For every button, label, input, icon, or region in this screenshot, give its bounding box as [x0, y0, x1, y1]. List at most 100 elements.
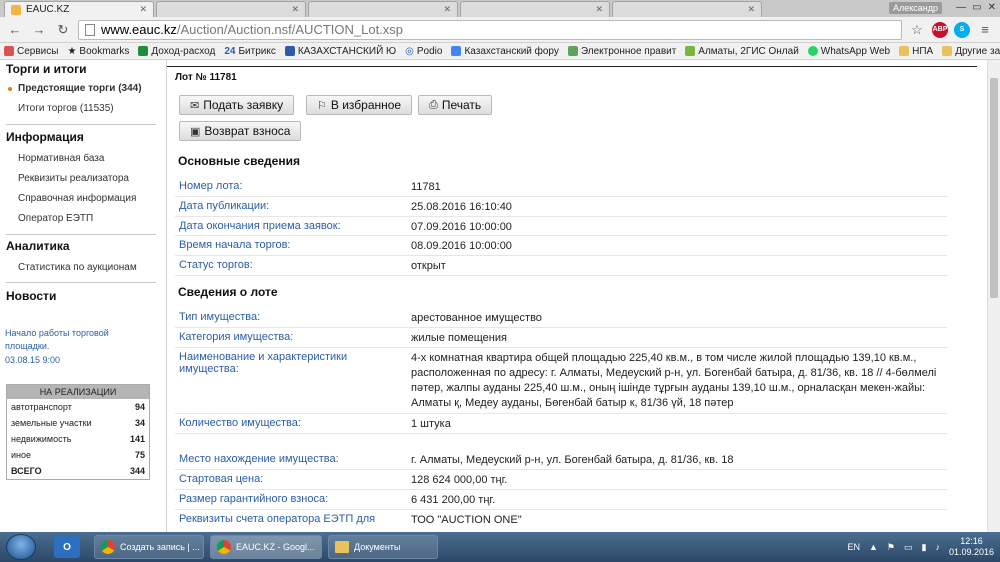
- sale-row-realty[interactable]: недвижимость 141: [7, 431, 149, 447]
- language-indicator[interactable]: EN: [847, 542, 860, 552]
- profile-name[interactable]: Александр: [888, 2, 942, 14]
- clock[interactable]: 12:16 01.09.2016: [949, 536, 994, 558]
- address-bar[interactable]: www.eauc.kz /Auction/Auction.nsf/AUCTION…: [78, 19, 902, 40]
- volume-icon[interactable]: ♪: [935, 542, 940, 552]
- menu-icon[interactable]: ≡: [976, 21, 994, 39]
- tab-2[interactable]: ✕: [156, 1, 306, 17]
- reload-icon[interactable]: ↻: [54, 21, 72, 39]
- windows-start-icon[interactable]: [6, 534, 36, 560]
- print-button[interactable]: ⎙ Печать: [418, 95, 493, 115]
- page-content: Торги и итоги Предстоящие торги (344) Ит…: [0, 60, 987, 532]
- field-row: Наименование и характеристики имущества:…: [175, 348, 947, 414]
- bookmark-podio[interactable]: ◎ Podio: [405, 46, 442, 57]
- field-row: Тип имущества: арестованное имущество: [175, 308, 947, 328]
- task-chrome-eauc[interactable]: EAUC.KZ - Googl...: [210, 535, 322, 559]
- divider: [6, 234, 156, 235]
- field-row: Стартовая цена: 128 624 000,00 тңг.: [175, 470, 947, 490]
- close-window-icon[interactable]: ✕: [988, 2, 996, 14]
- basic-info-heading: Основные сведения: [178, 154, 300, 168]
- trading-heading: Торги и итоги: [6, 62, 87, 76]
- bitrix-icon: 24: [224, 45, 236, 57]
- star-icon[interactable]: ☆: [908, 21, 926, 39]
- outlook-icon[interactable]: O: [54, 536, 80, 558]
- bookmarks-bar: Сервисы ★ Bookmarks Доход-расход 24 Битрик…: [0, 43, 1000, 60]
- bookmark-egov[interactable]: Электронное правит: [567, 46, 676, 57]
- sidebar: Торги и итоги Предстоящие торги (344) Ит…: [0, 60, 160, 532]
- tab-eauc[interactable]: EAUC.KZ ✕: [4, 1, 154, 17]
- sidebar-item-upcoming[interactable]: Предстоящие торги (344): [18, 83, 142, 94]
- skype-icon[interactable]: S: [954, 21, 970, 38]
- field-row: Дата окончания приема заявок: 07.09.2016 …: [175, 217, 947, 236]
- back-icon[interactable]: ←: [6, 21, 24, 39]
- bookmark-npa[interactable]: НПА: [899, 46, 933, 57]
- bookmark-kz-forum[interactable]: Казахстанский фору: [451, 46, 559, 57]
- chrome-icon: [101, 540, 115, 554]
- close-icon[interactable]: ✕: [139, 4, 147, 15]
- close-icon[interactable]: ✕: [747, 4, 755, 15]
- analytics-heading: Аналитика: [6, 239, 70, 253]
- close-icon[interactable]: ✕: [595, 4, 603, 15]
- network-icon[interactable]: ▮: [922, 542, 927, 553]
- tab-5[interactable]: ✕: [612, 1, 762, 17]
- apply-button[interactable]: ✉ Подать заявку: [179, 95, 295, 115]
- adblock-icon[interactable]: ABP: [932, 21, 948, 38]
- lot-details-heading: Сведения о лоте: [178, 285, 278, 299]
- chrome-icon: [217, 540, 231, 554]
- display-icon[interactable]: ▭: [904, 542, 913, 553]
- bookmark-2gis[interactable]: Алматы, 2ГИС Онлай: [685, 46, 799, 57]
- url-domain: www.eauc.kz: [101, 22, 177, 37]
- close-icon[interactable]: ✕: [291, 4, 299, 15]
- browser-toolbar: ← → ↻ www.eauc.kz /Auction/Auction.nsf/A…: [0, 17, 1000, 43]
- bookmark-bookmarks[interactable]: ★ Bookmarks: [67, 46, 129, 57]
- sidebar-item-statistics[interactable]: Статистика по аукционам: [18, 262, 137, 273]
- flag-icon[interactable]: ⚑: [887, 542, 895, 553]
- news-heading: Новости: [6, 289, 57, 303]
- bookmark-whatsapp[interactable]: WhatsApp Web: [807, 46, 890, 57]
- tab-strip: EAUC.KZ ✕ ✕ ✕ ✕ ✕ Александр — ▭ ✕: [0, 0, 1000, 17]
- field-row: Время начала торгов: 08.09.2016 10:00:00: [175, 236, 947, 256]
- for-sale-box: НА РЕАЛИЗАЦИИ автотранспорт 94 земельные …: [6, 384, 150, 480]
- whatsapp-icon: [807, 46, 818, 56]
- sidebar-item-results[interactable]: Итоги торгов (11535): [18, 103, 114, 114]
- page-scrollbar[interactable]: [987, 60, 1000, 532]
- tray-expand-icon[interactable]: ▲: [869, 542, 878, 552]
- close-icon[interactable]: ✕: [443, 4, 451, 15]
- minimize-icon[interactable]: —: [956, 2, 966, 14]
- refund-button[interactable]: ▣ Возврат взноса: [179, 121, 302, 141]
- scroll-thumb[interactable]: [990, 78, 998, 298]
- sidebar-item-operator[interactable]: Оператор ЕЭТП: [18, 213, 93, 224]
- folder-icon: [335, 541, 349, 553]
- info-heading: Информация: [6, 130, 84, 144]
- sidebar-item-reference[interactable]: Справочная информация: [18, 193, 136, 204]
- page-icon: [85, 23, 95, 36]
- forward-icon[interactable]: →: [30, 21, 48, 39]
- divider: [167, 66, 977, 67]
- url-path: /Auction/Auction.nsf/AUCTION_Lot.xsp: [176, 22, 404, 37]
- sale-row-vehicles[interactable]: автотранспорт 94: [7, 399, 149, 415]
- bookmark-services[interactable]: Сервисы: [4, 46, 58, 57]
- sidebar-item-regulations[interactable]: Нормативная база: [18, 153, 104, 164]
- lot-title: Лот № 11781: [175, 72, 237, 83]
- bookmark-income-expense[interactable]: Доход-расход: [138, 46, 215, 57]
- eauc-favicon-icon: [11, 4, 21, 15]
- news-item[interactable]: Начало работы торговой площадки.: [5, 327, 145, 353]
- for-sale-heading: НА РЕАЛИЗАЦИИ: [7, 385, 149, 399]
- favorite-button[interactable]: ⚐ В избранное: [306, 95, 413, 115]
- window-controls: — ▭ ✕: [956, 2, 996, 14]
- sidebar-item-seller-details[interactable]: Реквизиты реализатора: [18, 173, 129, 184]
- bookmark-kz-law[interactable]: КАЗАХСТАНСКИЙ Ю: [284, 46, 396, 57]
- sale-row-land[interactable]: земельные участки 34: [7, 415, 149, 431]
- tab-4[interactable]: ✕: [460, 1, 610, 17]
- maximize-icon[interactable]: ▭: [972, 2, 981, 14]
- bookmark-bitrix[interactable]: 24 Битрикс: [224, 46, 276, 57]
- field-row: Количество имущества: 1 штука: [175, 414, 947, 434]
- task-chrome-create-post[interactable]: Создать запись | ...: [94, 535, 204, 559]
- sale-row-other[interactable]: иное 75: [7, 447, 149, 463]
- task-documents[interactable]: Документы: [328, 535, 438, 559]
- money-icon: ▣: [190, 125, 201, 138]
- bookmark-other[interactable]: Другие закладки: [942, 46, 1000, 57]
- sale-row-total: ВСЕГО 344: [11, 466, 145, 476]
- taskbar: O Создать запись | ... EAUC.KZ - Googl..…: [0, 532, 1000, 562]
- divider: [6, 282, 156, 283]
- tab-3[interactable]: ✕: [308, 1, 458, 17]
